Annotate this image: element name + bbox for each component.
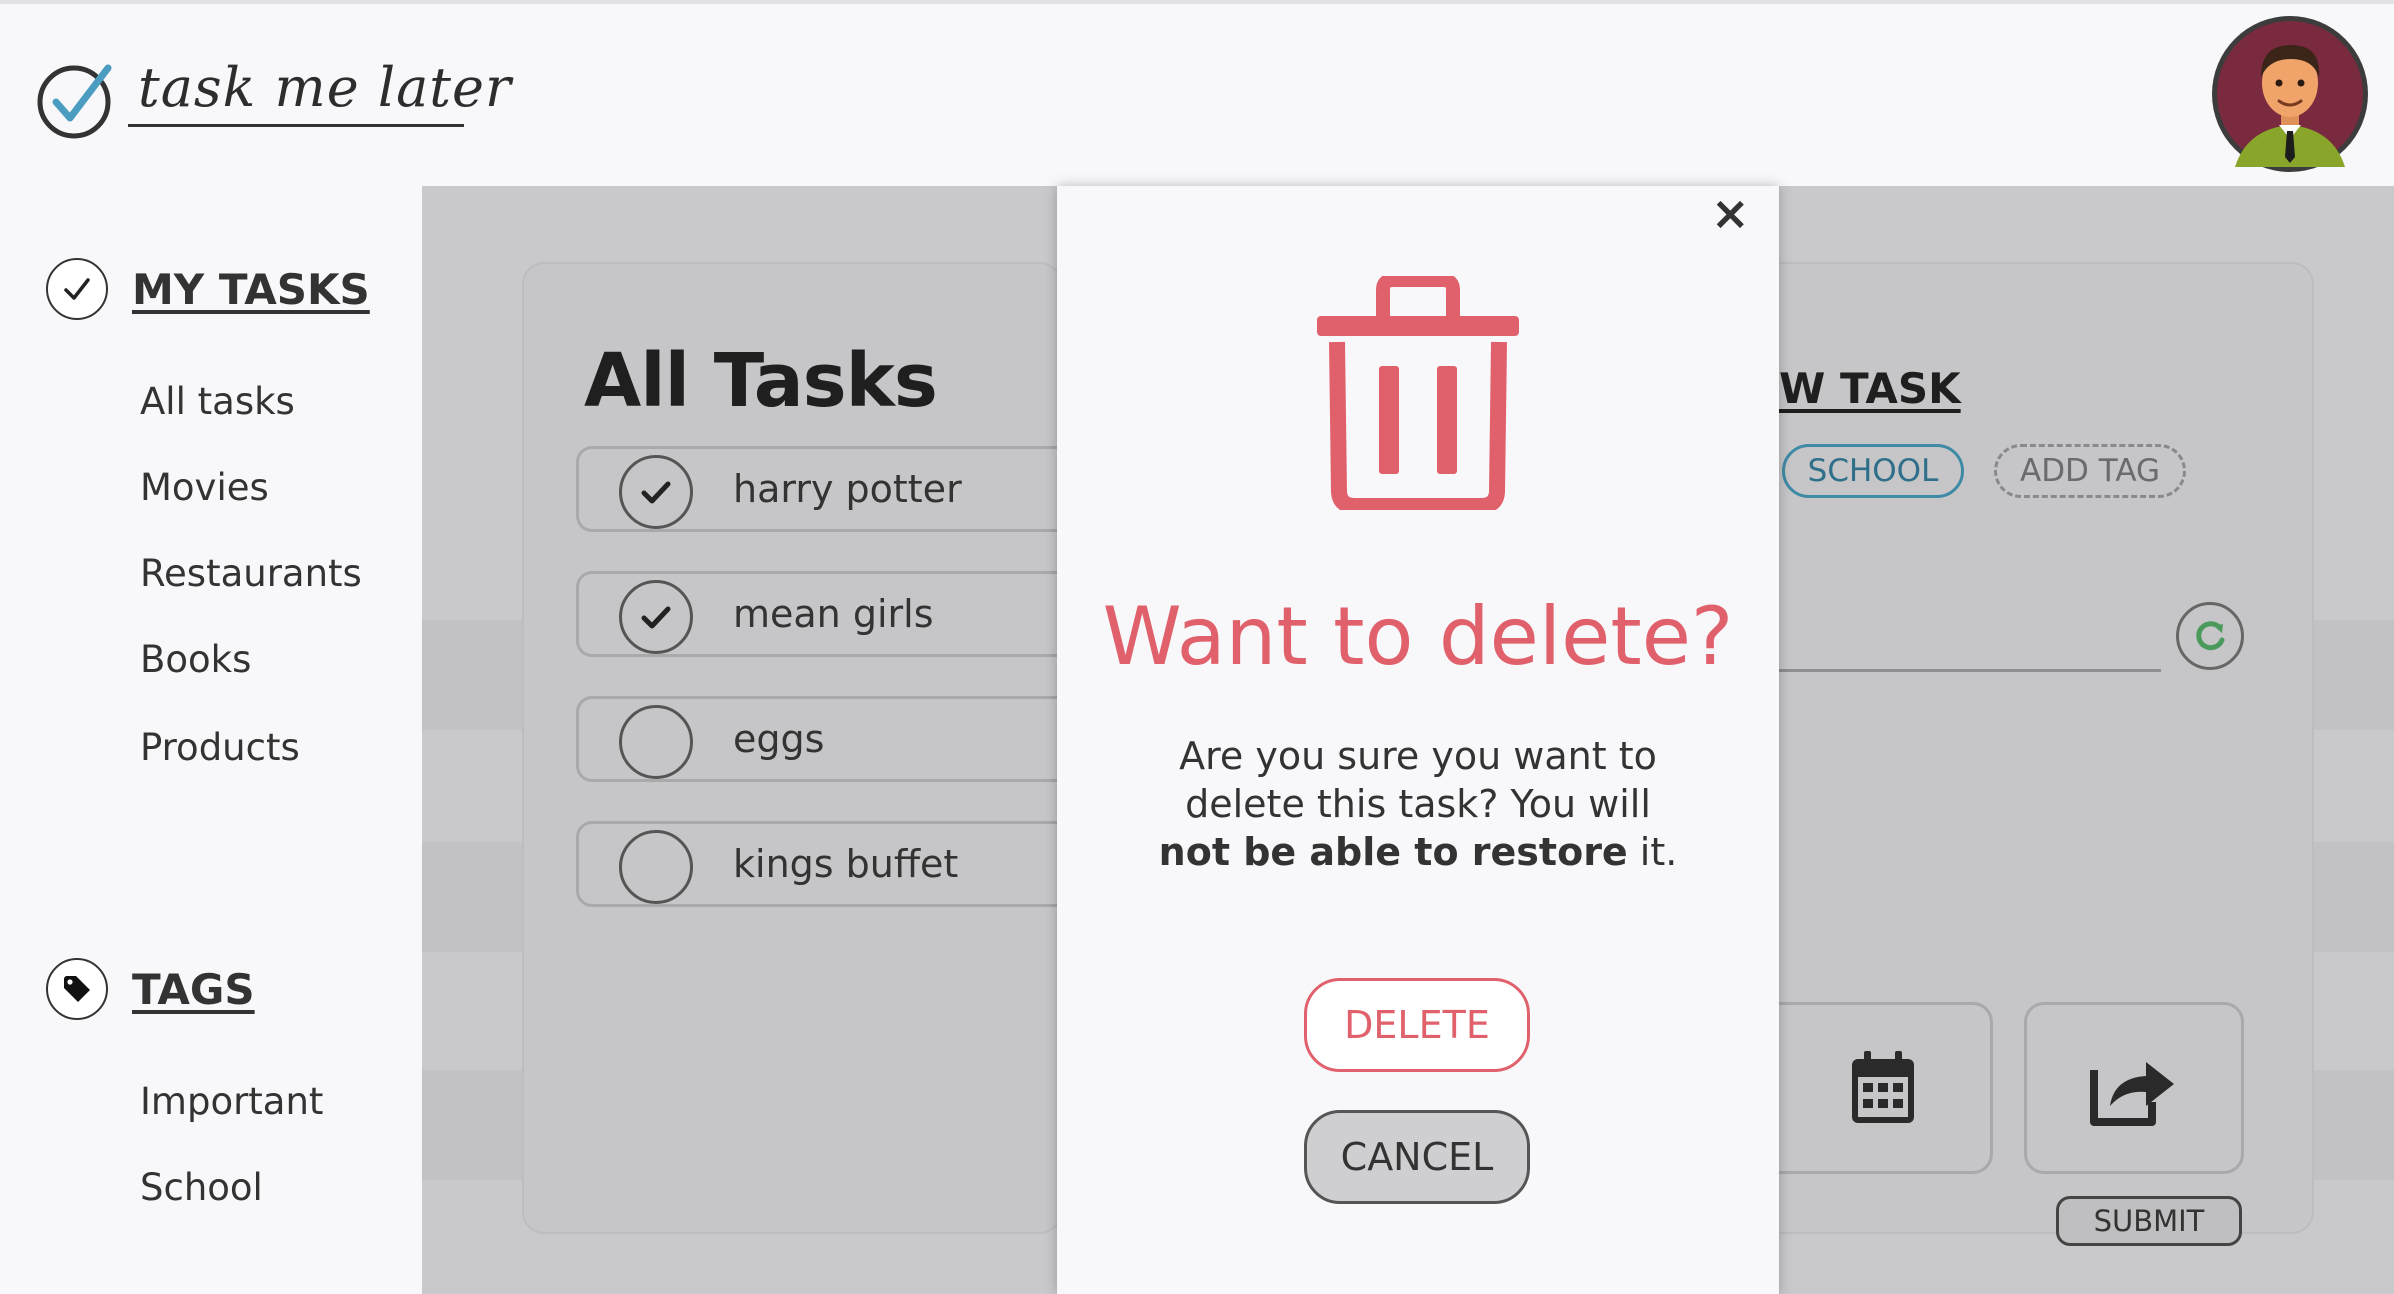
checkmark-icon xyxy=(641,481,671,504)
add-tag-button[interactable]: ADD TAG xyxy=(1994,444,2186,498)
task-label: kings buffet xyxy=(733,842,959,886)
sidebar-item-movies[interactable]: Movies xyxy=(140,466,269,509)
submit-button[interactable]: SUBMIT xyxy=(2056,1196,2242,1246)
avatar-illustration xyxy=(2217,21,2363,167)
task-item[interactable]: kings buffet xyxy=(576,821,1066,907)
task-item[interactable]: mean girls xyxy=(576,571,1066,657)
close-icon[interactable]: × xyxy=(1711,186,1750,240)
tags-title: TAGS xyxy=(132,964,255,1014)
checkmark-icon xyxy=(641,606,671,629)
page-title: All Tasks xyxy=(584,338,938,424)
modal-message-emphasis: not be able to restore xyxy=(1158,830,1628,874)
calendar-button[interactable] xyxy=(1775,1002,1993,1174)
calendar-icon xyxy=(1851,1051,1914,1123)
modal-message: Are you sure you want to delete this tas… xyxy=(1147,732,1689,876)
check-icon xyxy=(46,258,108,320)
sidebar-item-restaurants[interactable]: Restaurants xyxy=(140,552,362,595)
app-logo[interactable]: task me later xyxy=(36,56,511,140)
tags-header[interactable]: TAGS xyxy=(46,958,255,1020)
trash-icon xyxy=(1315,273,1521,514)
logo-text: task me later xyxy=(138,56,512,119)
sidebar-item-all-tasks[interactable]: All tasks xyxy=(140,380,295,423)
top-bar: task me later xyxy=(0,0,2394,186)
sidebar-item-important[interactable]: Important xyxy=(140,1080,323,1123)
task-name-input[interactable] xyxy=(1779,612,2161,672)
cancel-button[interactable]: CANCEL xyxy=(1304,1110,1530,1204)
task-label: harry potter xyxy=(733,467,962,511)
modal-message-text: Are you sure you want to delete this tas… xyxy=(1179,734,1657,826)
logo-check-icon xyxy=(37,64,112,139)
my-tasks-header[interactable]: MY TASKS xyxy=(46,258,370,320)
share-icon xyxy=(2090,1062,2174,1126)
task-checkbox-unchecked[interactable] xyxy=(619,705,693,779)
task-label: eggs xyxy=(733,717,825,761)
new-task-title: W TASK xyxy=(1779,364,1961,413)
refresh-button[interactable] xyxy=(2176,602,2244,670)
delete-button[interactable]: DELETE xyxy=(1304,978,1530,1072)
task-checkbox-unchecked[interactable] xyxy=(619,830,693,904)
delete-confirm-modal: × Want to delete? Are you sure you want … xyxy=(1057,186,1779,1294)
modal-title: Want to delete? xyxy=(1102,590,1734,683)
sidebar-item-products[interactable]: Products xyxy=(140,726,300,769)
my-tasks-title: MY TASKS xyxy=(132,264,370,314)
task-checkbox-checked[interactable] xyxy=(619,580,693,654)
task-item[interactable]: harry potter xyxy=(576,446,1066,532)
share-button[interactable] xyxy=(2024,1002,2244,1174)
refresh-icon xyxy=(2196,621,2225,651)
logo-underline xyxy=(128,124,464,127)
task-label: mean girls xyxy=(733,592,934,636)
modal-message-tail: it. xyxy=(1627,830,1678,874)
sidebar: MY TASKS All tasks Movies Restaurants Bo… xyxy=(0,186,422,1294)
tag-chip-school[interactable]: SCHOOL xyxy=(1782,444,1964,498)
task-item[interactable]: eggs xyxy=(576,696,1066,782)
sidebar-item-school[interactable]: School xyxy=(140,1166,263,1209)
tag-icon xyxy=(46,958,108,1020)
user-avatar[interactable] xyxy=(2212,16,2368,172)
task-checkbox-checked[interactable] xyxy=(619,455,693,529)
sidebar-item-books[interactable]: Books xyxy=(140,638,251,681)
